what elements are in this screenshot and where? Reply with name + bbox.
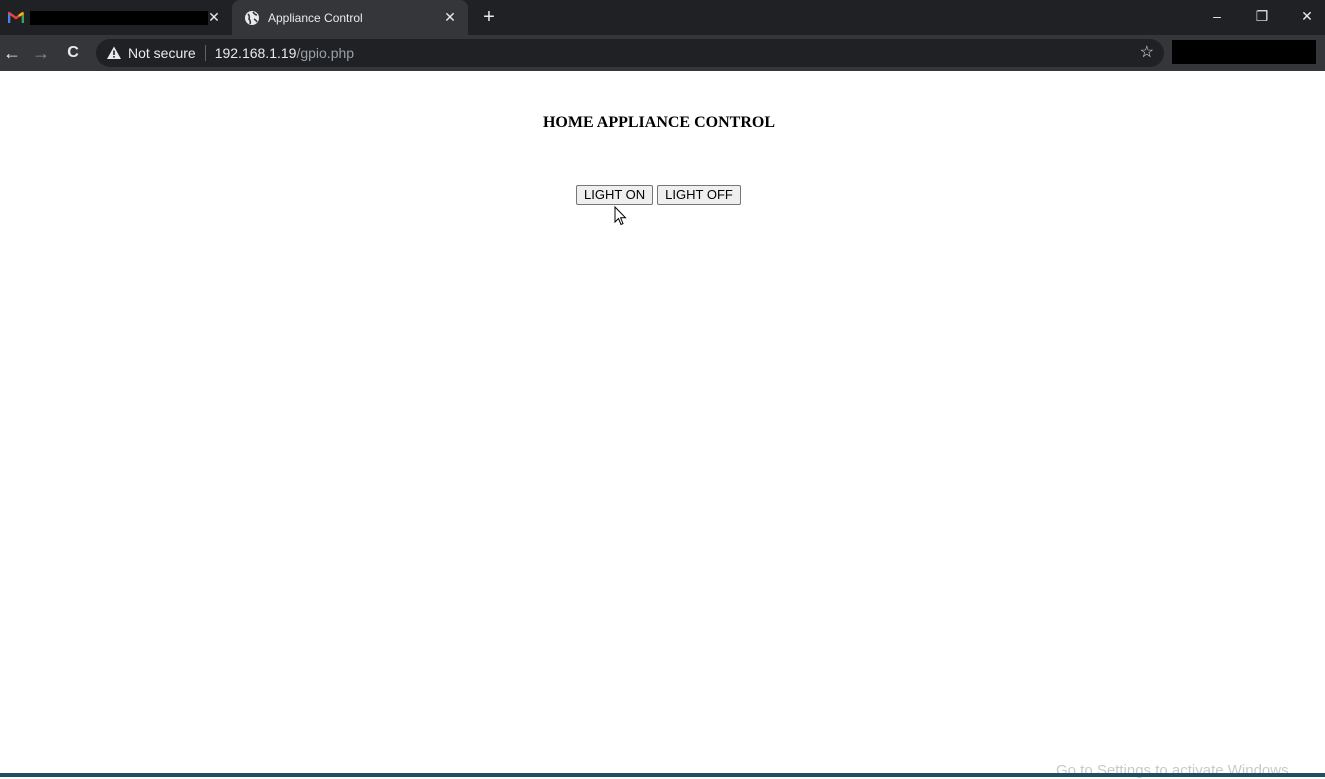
gmail-icon: [8, 10, 24, 26]
tab-strip: ✕ Appliance Control ✕ + – ❐ ✕: [0, 0, 1325, 35]
button-row: LIGHT ON LIGHT OFF: [576, 185, 741, 205]
restore-icon[interactable]: ❐: [1242, 4, 1282, 28]
tab-title: Appliance Control: [268, 10, 363, 25]
reload-icon[interactable]: C: [61, 41, 85, 65]
page-content: HOME APPLIANCE CONTROL LIGHT ON LIGHT OF…: [0, 71, 1325, 771]
page-title: HOME APPLIANCE CONTROL: [542, 114, 775, 131]
forward-arrow-icon[interactable]: →: [29, 41, 53, 65]
back-arrow-icon[interactable]: ←: [0, 41, 24, 65]
redacted-tab-title: [30, 10, 208, 25]
browser-chrome: ✕ Appliance Control ✕ + – ❐ ✕ ← → C Not …: [0, 0, 1325, 71]
light-off-button[interactable]: LIGHT OFF: [657, 185, 741, 205]
security-status[interactable]: Not secure: [128, 45, 196, 61]
tab-appliance-control[interactable]: Appliance Control ✕: [232, 0, 468, 35]
divider: [204, 45, 206, 61]
taskbar-edge: [0, 773, 1325, 777]
globe-icon: [244, 10, 260, 26]
close-tab-icon[interactable]: ✕: [442, 9, 458, 25]
toolbar: ← → C Not secure 192.168.1.19 /gpio.php …: [0, 35, 1325, 71]
tab-gmail[interactable]: ✕: [0, 0, 232, 35]
warning-icon: [106, 45, 122, 61]
address-bar[interactable]: Not secure 192.168.1.19 /gpio.php ☆: [96, 39, 1164, 67]
minimize-icon[interactable]: –: [1197, 4, 1237, 28]
bookmark-star-icon[interactable]: ☆: [1140, 43, 1154, 63]
redacted-profile-area: [1172, 40, 1316, 64]
close-tab-icon[interactable]: ✕: [206, 9, 222, 25]
light-on-button[interactable]: LIGHT ON: [576, 185, 654, 205]
url-host: 192.168.1.19: [214, 45, 297, 61]
close-window-icon[interactable]: ✕: [1287, 4, 1325, 28]
mouse-cursor-icon: [614, 206, 627, 226]
url-path: /gpio.php: [296, 45, 355, 61]
new-tab-button[interactable]: +: [478, 6, 500, 28]
